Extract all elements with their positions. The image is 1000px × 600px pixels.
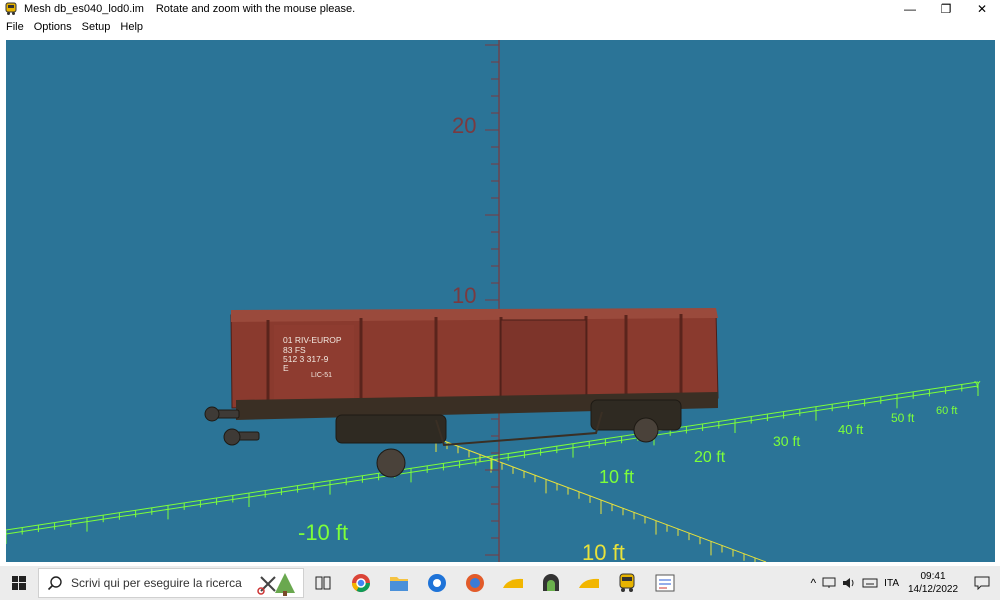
marking-line-1: 01 RIV-EUROP [283,335,342,345]
title-bar: Mesh db_es040_lod0.im Rotate and zoom wi… [0,0,1000,18]
system-tray: ^ ITA 09:41 14/12/2022 [808,566,1000,600]
search-highlight-icon [257,573,295,596]
taskbar-app-yellow[interactable] [494,566,532,600]
tray-clock[interactable]: 09:41 14/12/2022 [902,566,964,600]
speaker-icon [843,578,854,588]
app-window: Mesh db_es040_lod0.im Rotate and zoom wi… [0,0,1000,566]
search-input[interactable]: Scrivi qui per eseguire la ricerca [38,568,304,598]
marking-line-3: 512 3 317-9 [283,354,329,364]
folder-icon [390,577,408,591]
chevron-up-icon: ^ [810,576,817,590]
clock-time: 09:41 [920,571,946,582]
menu-file[interactable]: File [0,21,29,33]
window-hint: Rotate and zoom with the mouse please. [155,3,356,15]
tunnel-app-icon [543,574,559,591]
menu-setup[interactable]: Setup [77,21,116,33]
minimize-button[interactable]: — [892,0,928,18]
v-label-20: 20 [452,113,476,138]
chrome-icon [352,574,370,593]
cross-label-10: 10 ft [582,540,625,562]
marking-line-4: E [283,363,289,373]
task-view-button[interactable] [304,566,342,600]
notification-icon [974,576,990,590]
tray-keyboard[interactable] [859,566,881,600]
grid-label-60: 60 ft [936,405,957,417]
grid-label-neg10: -10 ft [298,520,348,545]
marking-line-5: LIC-51 [311,372,332,379]
v-label-10: 10 [452,283,476,308]
grid-label-50: 50 ft [891,411,915,425]
taskbar-file-explorer[interactable] [380,566,418,600]
brake-rod [435,411,603,447]
start-button[interactable] [0,566,38,600]
taskbar-app-train[interactable] [608,566,646,600]
3d-viewport[interactable]: 01 RIV-EUROP 83 FS 512 3 317-9 E LIC-51 [6,40,995,562]
taskbar-app-red[interactable] [456,566,494,600]
train-app-icon [5,2,17,15]
close-button[interactable]: ✕ [964,0,1000,18]
taskbar-app-yellow-2[interactable] [570,566,608,600]
menu-bar: File Options Setup Help [0,18,1000,36]
window-title: Mesh db_es040_lod0.im [24,3,144,15]
scene: 01 RIV-EUROP 83 FS 512 3 317-9 E LIC-51 [6,40,981,562]
taskbar-chrome[interactable] [342,566,380,600]
search-placeholder: Scrivi qui per eseguire la ricerca [71,576,242,590]
windows-logo-icon [12,576,26,590]
taskbar-app-blue[interactable] [418,566,456,600]
tray-expand[interactable]: ^ [808,566,820,600]
notification-button[interactable] [964,566,1000,600]
window-controls: — ❐ ✕ [892,0,1000,18]
menu-help[interactable]: Help [115,21,148,33]
red-app-icon [466,574,484,592]
taskbar-app-editor[interactable] [646,566,684,600]
editor-app-icon [655,574,675,592]
train-icon [619,573,635,592]
keyboard-icon [862,578,878,588]
tray-network[interactable] [819,566,839,600]
blue-app-icon [428,574,446,592]
yellow-app-icon [503,578,523,588]
clock-date: 14/12/2022 [907,584,959,595]
tray-language[interactable]: ITA [881,566,902,600]
freight-wagon: 01 RIV-EUROP 83 FS 512 3 317-9 E LIC-51 [204,308,719,478]
grid-axis-end-label: Y [974,380,981,391]
grid-label-40: 40 ft [838,422,864,437]
grid-label-30: 30 ft [773,433,800,449]
vertical-axis-ticks [485,44,499,556]
yellow-app-2-icon [579,578,599,588]
tray-volume[interactable] [839,566,859,600]
search-icon [47,576,62,591]
restore-button[interactable]: ❐ [928,0,964,18]
grid-label-20: 20 ft [694,449,726,466]
task-view-icon [315,576,331,590]
taskbar-app-tunnel[interactable] [532,566,570,600]
network-icon [822,577,836,588]
grid-label-10: 10 ft [599,467,634,487]
taskbar: Scrivi qui per eseguire la ricerca ^ ITA… [0,566,1000,600]
wagon-door [500,319,587,401]
menu-options[interactable]: Options [29,21,77,33]
